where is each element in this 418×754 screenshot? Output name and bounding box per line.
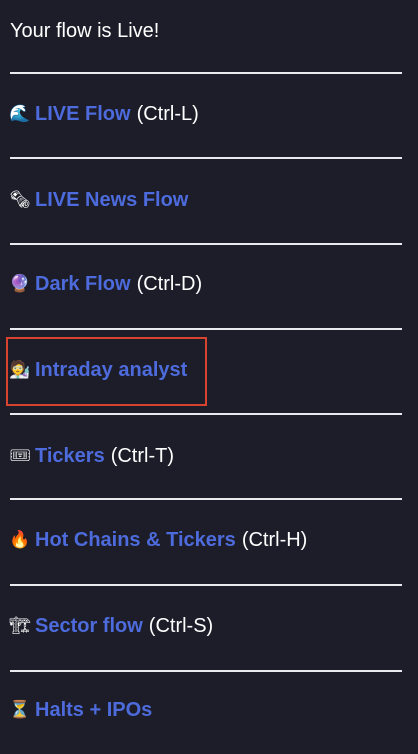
dark-flow-shortcut: (Ctrl-D)	[136, 272, 203, 295]
divider	[10, 328, 402, 330]
divider	[10, 413, 402, 415]
dark-flow-link[interactable]: Dark Flow	[35, 273, 131, 296]
live-news-flow-link[interactable]: LIVE News Flow	[35, 189, 188, 212]
divider	[10, 670, 402, 672]
hot-chains-shortcut: (Ctrl-H)	[241, 528, 308, 551]
divider	[10, 72, 402, 74]
ticket-icon: 🎟	[9, 445, 31, 466]
crystal-ball-icon: 🔮	[9, 273, 31, 294]
hourglass-icon: ⏳	[9, 699, 31, 720]
menu-item-sector-flow[interactable]: 🏗 Sector flow (Ctrl-S)	[8, 610, 213, 642]
newspaper-icon: 🗞	[9, 189, 31, 210]
divider	[10, 243, 402, 245]
wave-icon: 🌊	[9, 103, 31, 124]
page-title: Your flow is Live!	[10, 20, 160, 42]
sector-flow-shortcut: (Ctrl-S)	[148, 614, 214, 637]
intraday-analyst-link[interactable]: Intraday analyst	[35, 359, 187, 382]
crane-icon: 🏗	[9, 615, 31, 636]
fire-icon: 🔥	[9, 529, 31, 550]
sector-flow-link[interactable]: Sector flow	[35, 615, 143, 638]
live-flow-shortcut: (Ctrl-L)	[136, 102, 199, 125]
analyst-icon: 🧑‍🔬	[9, 359, 31, 380]
menu-item-intraday-analyst[interactable]: 🧑‍🔬 Intraday analyst	[8, 354, 187, 386]
hot-chains-link[interactable]: Hot Chains & Tickers	[35, 529, 236, 552]
menu-item-hot-chains[interactable]: 🔥 Hot Chains & Tickers (Ctrl-H)	[8, 524, 307, 556]
tickers-link[interactable]: Tickers	[35, 445, 105, 468]
menu-item-halts-ipos[interactable]: ⏳ Halts + IPOs	[8, 694, 152, 726]
halts-ipos-link[interactable]: Halts + IPOs	[35, 699, 152, 722]
divider	[10, 584, 402, 586]
divider	[10, 157, 402, 159]
menu-item-tickers[interactable]: 🎟 Tickers (Ctrl-T)	[8, 440, 174, 472]
menu-item-live-flow[interactable]: 🌊 LIVE Flow (Ctrl-L)	[8, 98, 199, 130]
menu-item-live-news-flow[interactable]: 🗞 LIVE News Flow	[8, 184, 188, 216]
tickers-shortcut: (Ctrl-T)	[110, 444, 174, 467]
divider	[10, 498, 402, 500]
menu-item-dark-flow[interactable]: 🔮 Dark Flow (Ctrl-D)	[8, 268, 202, 300]
live-flow-link[interactable]: LIVE Flow	[35, 103, 131, 126]
